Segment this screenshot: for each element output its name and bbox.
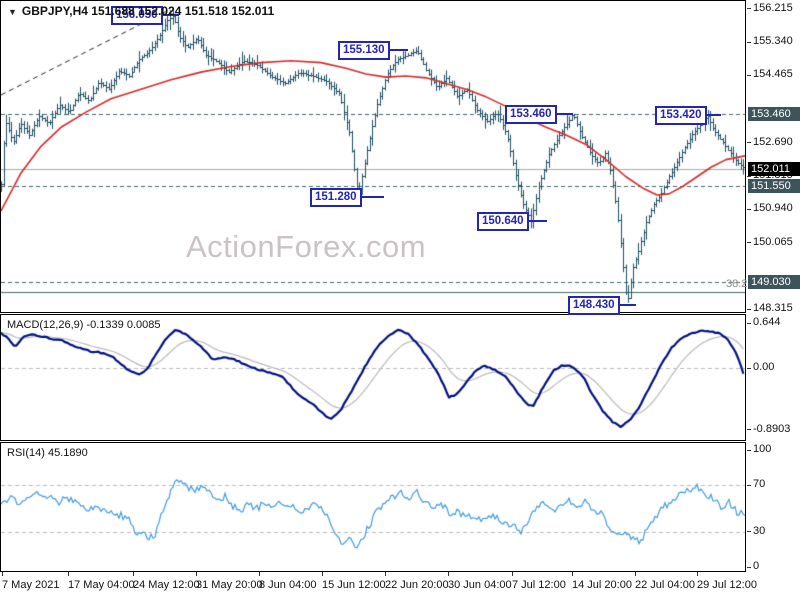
price-label-connector: [620, 303, 636, 306]
macd-indicator-label: MACD(12,26,9) -0.1339 0.0085: [7, 319, 161, 331]
time-axis-tick-mark: [572, 572, 573, 576]
time-axis-tick-mark: [2, 572, 3, 576]
price-axis-tick-label: 152.690: [753, 135, 793, 148]
time-axis-label: 17 May 04:00: [68, 579, 135, 591]
price-axis-tick-mark: [747, 175, 751, 177]
rsi-axis-tick-mark: [747, 566, 751, 568]
price-level-label: 153.460: [505, 104, 557, 124]
time-axis-tick-mark: [512, 572, 513, 576]
price-label-connector: [362, 195, 384, 198]
time-axis-tick-mark: [322, 572, 323, 576]
price-axis-tick-mark: [747, 208, 751, 210]
chart-title-row: ▼ GBPJPY,H4 151.688 152.024 151.518 152.0…: [8, 4, 274, 18]
price-axis-tick-mark: [747, 41, 751, 43]
level-axis-badge: 153.460: [748, 106, 800, 121]
macd-axis-tick-mark: [747, 367, 751, 369]
time-axis-label: 24 May 12:00: [133, 579, 200, 591]
macd-panel: [0, 314, 746, 441]
watermark-text: ActionForex.com: [186, 229, 427, 264]
price-level-label: 155.130: [338, 41, 390, 61]
price-level-label: 150.640: [477, 211, 529, 231]
price-level-label: 151.280: [310, 187, 362, 207]
rsi-indicator-label: RSI(14) 45.1890: [7, 447, 88, 459]
time-axis-tick-mark: [697, 572, 698, 576]
price-label-connector: [557, 112, 573, 115]
macd-axis-tick-mark: [747, 429, 751, 431]
rsi-axis-tick-mark: [747, 484, 751, 486]
chart-window: ▼ GBPJPY,H4 151.688 152.024 151.518 152.0…: [0, 0, 800, 600]
rsi-axis-tick-label: 0: [753, 560, 760, 572]
price-level-label: 148.430: [568, 295, 620, 315]
time-axis-label: 22 Jul 04:00: [635, 579, 695, 591]
price-label-connector: [707, 114, 721, 117]
symbol-dropdown-icon[interactable]: ▼: [8, 7, 17, 17]
time-axis-label: 30 Jun 04:00: [448, 579, 512, 591]
price-axis-tick-mark: [747, 142, 751, 144]
macd-axis-tick-label: -0.8903: [753, 422, 791, 435]
rsi-axis-tick-mark: [747, 531, 751, 533]
level-axis-badge: 151.550: [748, 179, 800, 194]
rsi-axis-tick-mark: [747, 449, 751, 451]
time-axis-tick-mark: [448, 572, 449, 576]
price-axis-tick-mark: [747, 8, 751, 10]
price-axis-tick-label: 150.065: [753, 235, 793, 248]
price-axis-tick-label: 154.465: [753, 68, 793, 81]
price-axis-tick-label: 148.315: [753, 302, 793, 315]
price-axis-tick-mark: [747, 74, 751, 76]
macd-axis-tick-mark: [747, 322, 751, 324]
macd-chart-canvas[interactable]: [1, 315, 745, 440]
time-axis-label: 7 May 2021: [2, 579, 60, 591]
current-price-axis-badge: 152.011: [748, 161, 800, 176]
time-axis-tick-mark: [635, 572, 636, 576]
price-axis-tick-label: 150.940: [753, 202, 793, 215]
price-label-connector: [529, 219, 547, 222]
rsi-axis-tick-label: 30: [753, 524, 766, 537]
time-axis-tick-mark: [68, 572, 69, 576]
rsi-panel: [0, 442, 746, 572]
time-axis-label: 29 Jul 12:00: [697, 579, 757, 591]
price-axis-tick-label: 156.215: [753, 1, 793, 14]
time-axis-tick-mark: [196, 572, 197, 576]
time-axis-label: 8 Jun 04:00: [259, 579, 317, 591]
time-axis-label: 31 May 20:00: [196, 579, 263, 591]
time-axis-tick-mark: [385, 572, 386, 576]
rsi-axis-tick-label: 70: [753, 478, 766, 491]
symbol-ohlc-title: GBPJPY,H4 151.688 152.024 151.518 152.01…: [21, 4, 275, 18]
fib-382-label: 38.2: [726, 278, 748, 291]
macd-axis-tick-label: 0.644: [753, 316, 781, 329]
macd-axis-tick-label: 0.00: [753, 361, 775, 373]
time-axis-label: 15 Jun 12:00: [322, 579, 386, 591]
time-axis-tick-mark: [133, 572, 134, 576]
rsi-chart-canvas[interactable]: [1, 443, 745, 571]
price-axis-tick-label: 155.340: [753, 35, 793, 48]
price-axis-tick-mark: [747, 308, 751, 310]
time-axis-label: 22 Jun 20:00: [385, 579, 449, 591]
level-axis-badge: 149.030: [748, 275, 800, 290]
time-axis-tick-mark: [259, 572, 260, 576]
price-label-connector: [390, 49, 408, 52]
time-axis-label: 14 Jul 20:00: [572, 579, 632, 591]
price-axis-tick-mark: [747, 242, 751, 244]
rsi-axis-tick-label: 100: [753, 443, 772, 455]
price-level-label: 153.420: [655, 106, 707, 126]
time-axis-label: 7 Jul 12:00: [512, 579, 566, 591]
